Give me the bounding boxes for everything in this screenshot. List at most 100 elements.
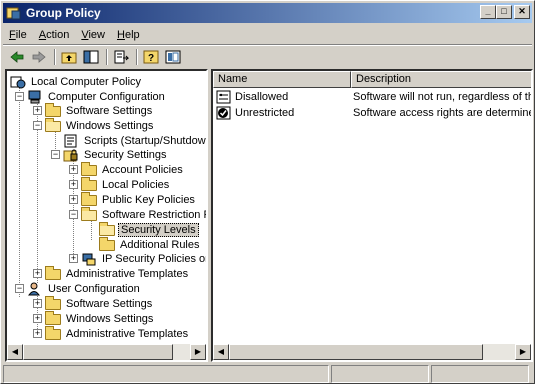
tree-item-windows-settings[interactable]: Windows Settings bbox=[45, 118, 155, 133]
list-header: Name Description bbox=[213, 71, 531, 88]
folder-icon bbox=[81, 162, 97, 176]
tree-item-user-windows-settings[interactable]: Windows Settings bbox=[45, 311, 155, 326]
scroll-thumb[interactable] bbox=[23, 344, 173, 360]
expand-toggle[interactable]: + bbox=[69, 180, 78, 189]
expand-toggle[interactable]: + bbox=[33, 329, 42, 338]
console-button[interactable] bbox=[163, 48, 183, 66]
column-header-name[interactable]: Name bbox=[213, 71, 351, 88]
title-bar[interactable]: Group Policy _ □ ✕ bbox=[3, 3, 532, 23]
menu-file-accel: F bbox=[9, 28, 16, 41]
tree-item-user-software-settings[interactable]: Software Settings bbox=[45, 296, 154, 311]
open-folder-icon bbox=[99, 222, 115, 236]
collapse-toggle[interactable]: − bbox=[33, 121, 42, 130]
forward-button[interactable] bbox=[29, 48, 49, 66]
tree-item-scripts[interactable]: Scripts (Startup/Shutdown) bbox=[63, 133, 208, 148]
tree-item-security-settings[interactable]: Security Settings bbox=[63, 147, 169, 162]
status-cell bbox=[331, 365, 429, 383]
export-list-button[interactable] bbox=[111, 48, 131, 66]
expand-toggle[interactable]: + bbox=[33, 106, 42, 115]
tree-pane[interactable]: Local Computer Policy − Computer Configu… bbox=[5, 69, 208, 362]
help-button[interactable]: ? bbox=[141, 48, 161, 66]
tree-item-label: Additional Rules bbox=[120, 238, 200, 251]
tree-item-label: Software Settings bbox=[66, 297, 153, 310]
scroll-left-button[interactable]: ◀ bbox=[213, 344, 229, 360]
menu-action-rest: ction bbox=[46, 28, 70, 41]
folder-icon bbox=[45, 103, 61, 117]
list-horizontal-scrollbar[interactable]: ◀ ▶ bbox=[213, 344, 531, 360]
expand-toggle[interactable]: + bbox=[69, 195, 78, 204]
toolbar: ? bbox=[3, 46, 532, 68]
show-hide-tree-button[interactable] bbox=[81, 48, 101, 66]
collapse-toggle[interactable]: − bbox=[15, 284, 24, 293]
scroll-right-button[interactable]: ▶ bbox=[515, 344, 531, 360]
list-item-disallowed[interactable]: Disallowed Software will not run, regard… bbox=[213, 89, 533, 105]
scroll-track[interactable] bbox=[173, 344, 190, 360]
minimize-button[interactable]: _ bbox=[480, 5, 496, 19]
scroll-right-button[interactable]: ▶ bbox=[190, 344, 206, 360]
expand-toggle[interactable]: + bbox=[33, 299, 42, 308]
menu-file[interactable]: File bbox=[3, 29, 33, 41]
tree-item-label: Windows Settings bbox=[66, 119, 154, 132]
tree-item-user-administrative-templates[interactable]: Administrative Templates bbox=[45, 326, 190, 341]
back-button[interactable] bbox=[7, 48, 27, 66]
tree-horizontal-scrollbar[interactable]: ◀ ▶ bbox=[7, 344, 206, 360]
up-one-level-button[interactable] bbox=[59, 48, 79, 66]
show-hide-tree-icon bbox=[83, 50, 99, 64]
expand-toggle[interactable]: + bbox=[69, 254, 78, 263]
folder-icon bbox=[45, 266, 61, 280]
up-folder-icon bbox=[61, 52, 77, 64]
tree-item-label: User Configuration bbox=[48, 282, 140, 295]
tree-item-user-configuration[interactable]: User Configuration bbox=[27, 281, 142, 296]
status-cell bbox=[431, 365, 529, 383]
group-policy-window: Group Policy _ □ ✕ File Action View Help bbox=[0, 0, 535, 384]
folder-icon bbox=[81, 192, 97, 206]
policy-icon bbox=[10, 75, 26, 89]
computer-icon bbox=[27, 90, 43, 104]
unrestricted-default-icon bbox=[216, 106, 232, 120]
expand-toggle[interactable]: + bbox=[69, 165, 78, 174]
close-button[interactable]: ✕ bbox=[514, 5, 530, 19]
list-item-unrestricted[interactable]: Unrestricted Software access rights are … bbox=[213, 105, 531, 121]
tree-item-label: Software Settings bbox=[66, 104, 153, 117]
tree-item-ip-security-policies[interactable]: IP Security Policies on Lo bbox=[81, 251, 206, 266]
menu-help[interactable]: Help bbox=[111, 29, 146, 41]
tree-item-software-restriction-policies[interactable]: Software Restriction Poli bbox=[81, 207, 206, 222]
scroll-thumb[interactable] bbox=[229, 344, 483, 360]
tree-item-additional-rules[interactable]: Additional Rules bbox=[99, 237, 202, 252]
security-settings-icon bbox=[63, 148, 79, 162]
help-icon: ? bbox=[143, 50, 159, 64]
tree-item-administrative-templates[interactable]: Administrative Templates bbox=[45, 266, 190, 281]
details-pane[interactable]: Name Description Disallowed Software wil… bbox=[211, 69, 533, 362]
list-item-name: Disallowed bbox=[235, 91, 289, 103]
collapse-toggle[interactable]: − bbox=[69, 210, 78, 219]
tree-item-local-computer-policy[interactable]: Local Computer Policy bbox=[10, 74, 143, 89]
menu-view-rest: iew bbox=[88, 28, 105, 41]
scroll-left-button[interactable]: ◀ bbox=[7, 344, 23, 360]
folder-icon bbox=[81, 177, 97, 191]
toolbar-separator bbox=[106, 49, 108, 65]
column-header-description[interactable]: Description bbox=[351, 71, 531, 88]
ip-security-icon bbox=[81, 252, 97, 266]
menu-action[interactable]: Action bbox=[33, 29, 76, 41]
tree-item-software-settings[interactable]: Software Settings bbox=[45, 103, 154, 118]
list-item-description: Software will not run, regardless of the bbox=[353, 91, 533, 103]
tree-item-account-policies[interactable]: Account Policies bbox=[81, 162, 185, 177]
collapse-toggle[interactable]: − bbox=[51, 150, 60, 159]
tree-line bbox=[19, 85, 20, 297]
svg-text:?: ? bbox=[148, 53, 154, 64]
tree-item-public-key-policies[interactable]: Public Key Policies bbox=[81, 192, 197, 207]
collapse-toggle[interactable]: − bbox=[15, 92, 24, 101]
tree-item-label: Local Policies bbox=[102, 178, 170, 191]
expand-toggle[interactable]: + bbox=[33, 269, 42, 278]
tree-item-computer-configuration[interactable]: Computer Configuration bbox=[27, 89, 167, 104]
scroll-track[interactable] bbox=[483, 344, 515, 360]
status-cell bbox=[3, 365, 329, 383]
expand-toggle[interactable]: + bbox=[33, 314, 42, 323]
tree-item-label: Public Key Policies bbox=[102, 193, 195, 206]
maximize-button[interactable]: □ bbox=[496, 5, 512, 19]
tree-item-local-policies[interactable]: Local Policies bbox=[81, 177, 171, 192]
console-icon bbox=[165, 50, 181, 64]
tree-item-security-levels[interactable]: Security Levels bbox=[99, 222, 199, 237]
tree-item-label: Scripts (Startup/Shutdown) bbox=[84, 134, 208, 147]
menu-view[interactable]: View bbox=[75, 29, 111, 41]
